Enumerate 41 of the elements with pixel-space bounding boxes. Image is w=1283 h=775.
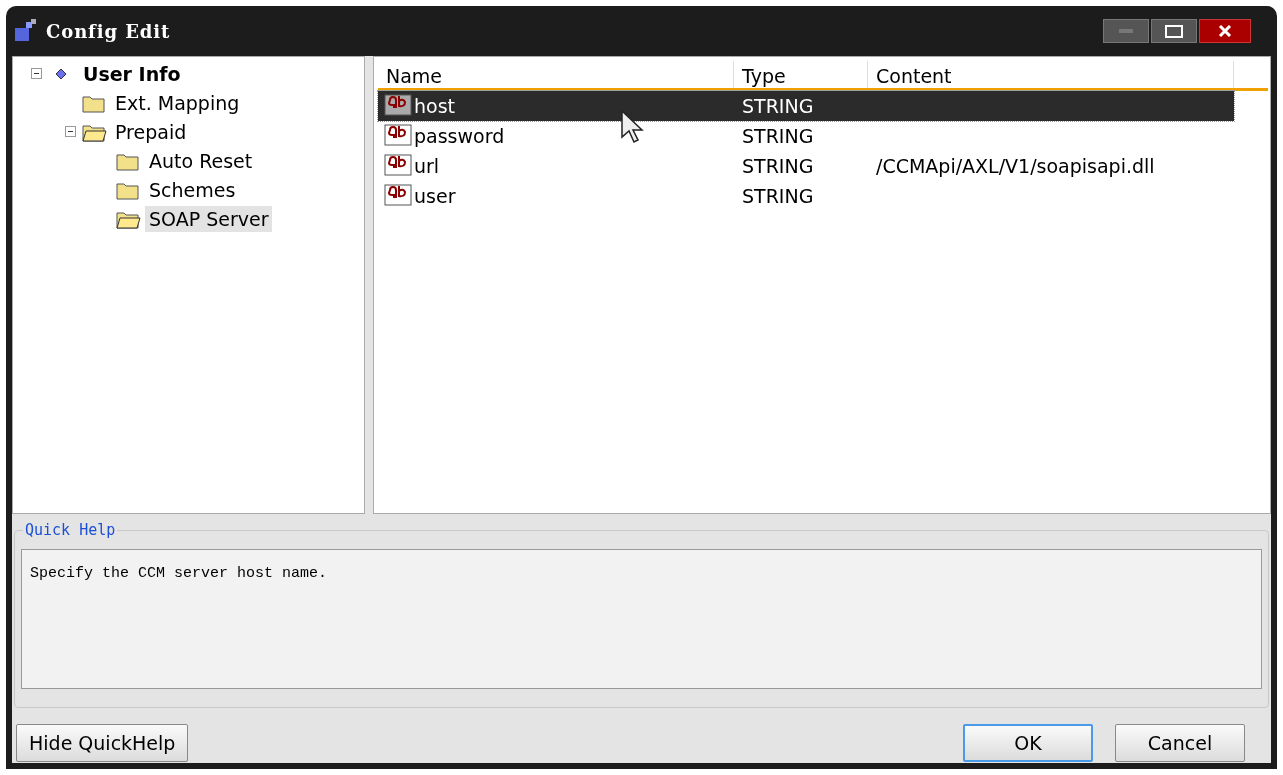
hide-quickhelp-button[interactable]: Hide QuickHelp: [16, 724, 189, 762]
collapse-icon[interactable]: [64, 126, 76, 137]
text-value-icon: [384, 124, 414, 148]
table-cell-text: STRING: [741, 153, 815, 179]
tree-item[interactable]: Auto Reset: [145, 147, 257, 174]
tree-item[interactable]: SOAP Server: [145, 205, 273, 232]
diamond-icon: [55, 67, 67, 80]
table-cell-text: STRING: [741, 123, 815, 149]
collapse-icon[interactable]: [30, 68, 42, 79]
table-row[interactable]: user STRING: [378, 181, 1234, 211]
tree-item[interactable]: Ext. Mapping: [111, 89, 244, 116]
table-row[interactable]: host STRING: [378, 91, 1234, 121]
cubes-icon: [12, 18, 38, 44]
table-cell-text: STRING: [741, 93, 815, 119]
pointer-cursor-icon: [620, 109, 646, 145]
ok-button[interactable]: OK: [963, 724, 1093, 762]
help-text: Specify the CCM server host name.: [30, 565, 328, 582]
tree-item[interactable]: Schemes: [145, 176, 240, 203]
table-cell-text: user: [414, 183, 456, 209]
text-value-icon: [384, 94, 414, 118]
table-row[interactable]: password STRING: [378, 121, 1234, 151]
table-cell-text: host: [414, 93, 455, 119]
table-cell-text: password: [414, 123, 505, 149]
text-value-icon: [384, 154, 414, 178]
close-button[interactable]: [1199, 19, 1251, 43]
column-header[interactable]: Name: [378, 61, 734, 88]
table-row[interactable]: url STRING /CCMApi/AXL/V1/soapisapi.dll: [378, 151, 1234, 181]
tree-item[interactable]: User Info: [79, 60, 185, 87]
table-cell-text: url: [414, 153, 440, 179]
close-icon: [1218, 25, 1232, 37]
text-value-icon: [384, 184, 414, 208]
table-cell-text: /CCMApi/AXL/V1/soapisapi.dll: [875, 153, 1156, 179]
maximize-button[interactable]: [1151, 19, 1197, 43]
tree-item[interactable]: Prepaid: [111, 118, 191, 145]
window-title: Config Edit: [46, 19, 171, 44]
cancel-button[interactable]: Cancel: [1115, 724, 1245, 762]
minimize-icon: [1119, 29, 1133, 33]
column-header[interactable]: Content: [868, 61, 1234, 88]
column-header[interactable]: Type: [734, 61, 868, 88]
table-cell-text: STRING: [741, 183, 815, 209]
maximize-icon: [1165, 24, 1183, 38]
